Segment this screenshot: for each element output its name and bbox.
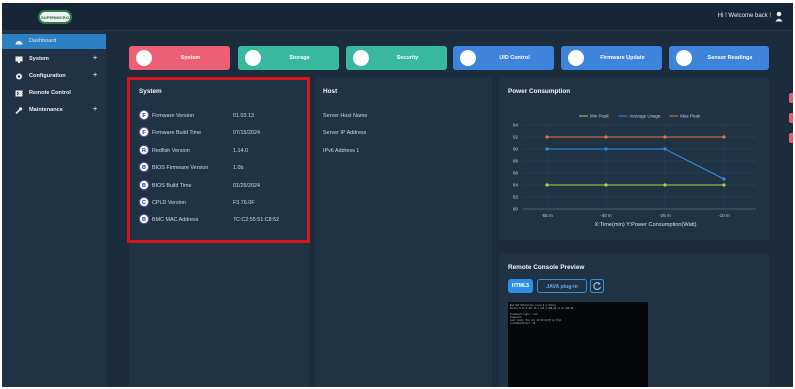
tab-security[interactable]: Security	[346, 46, 447, 70]
java-plugin-button[interactable]: JAVA plug-in	[537, 279, 587, 293]
x-tick-label: -40 m	[600, 213, 612, 218]
data-point	[604, 135, 608, 139]
tab-firmware-update[interactable]: Firmware Update	[561, 46, 662, 70]
tab-label: Security	[396, 55, 419, 61]
data-point	[604, 183, 608, 187]
x-tick-label: -10 m	[718, 213, 730, 218]
sidebar-item-dashboard[interactable]: Dashboard	[2, 34, 106, 49]
gear-icon	[16, 73, 22, 80]
expand-icon[interactable]: +	[93, 55, 97, 62]
console-line: Kernel 5.14.0-427.13.1.el9_4.x86_64 on a…	[510, 307, 574, 310]
data-point	[545, 147, 549, 151]
side-drawer-handle[interactable]	[789, 113, 793, 123]
dashboard-icon	[15, 41, 23, 45]
supermicro-logo[interactable]: SUPERMICRO	[38, 10, 72, 24]
data-point	[604, 147, 608, 151]
top-bar: SUPERMICRO Hi ! Welcome back !	[2, 3, 793, 31]
host-panel	[315, 77, 492, 387]
y-tick-label: 84	[513, 183, 519, 188]
sidebar-item-label: Maintenance	[29, 107, 63, 113]
host-row-label: IPv6 Address 1	[323, 148, 360, 154]
user-icon[interactable]	[775, 11, 783, 22]
sidebar-item-label: Configuration	[29, 73, 66, 79]
data-point	[663, 183, 667, 187]
tab-label: UID Control	[499, 55, 530, 61]
power-chart: 80 82 84 86 88 90 92 94 -55 m -40 m -25 m -10 m X:Ti…	[513, 114, 756, 228]
x-tick-label: -25 m	[659, 213, 671, 218]
tab-label: Sensor Readings	[707, 55, 753, 61]
console-line: [root@localhost ~]#	[510, 322, 536, 325]
wrench-icon	[15, 107, 23, 114]
red-highlight-box	[127, 77, 310, 243]
sidebar-item-configuration[interactable]: Configuration +	[2, 69, 106, 84]
y-tick-label: 90	[513, 147, 519, 152]
y-tick-label: 88	[513, 159, 519, 164]
remote-console-screen[interactable]: Red Hat Enterprise Linux 9.4 (Plow) Kern…	[508, 302, 648, 387]
y-tick-label: 80	[513, 207, 519, 212]
app-window: SUPERMICRO Hi ! Welcome back ! Dashboard…	[2, 3, 793, 387]
sidebar-item-maintenance[interactable]: Maintenance +	[2, 103, 106, 118]
x-axis-label: X:Time(min) Y:Power Consumption(Watt)	[594, 222, 696, 228]
data-point	[663, 147, 667, 151]
data-point	[722, 183, 726, 187]
data-point	[722, 177, 726, 181]
sidebar-item-label: System	[29, 56, 49, 62]
sidebar: Dashboard System + Configuration + Remot…	[2, 31, 106, 387]
series-line	[547, 148, 725, 180]
host-row-label: Server IP Address	[323, 130, 367, 136]
data-point	[545, 135, 549, 139]
remote-console-icon	[15, 90, 23, 97]
x-tick-label: -55 m	[541, 213, 553, 218]
y-tick-label: 92	[513, 135, 519, 140]
tab-label: Firmware Update	[600, 55, 645, 61]
y-tick-label: 86	[513, 171, 519, 176]
tab-label: System	[180, 55, 201, 61]
legend-label: Max Peak	[680, 114, 701, 119]
data-point	[722, 135, 726, 139]
legend-label: Average Usage	[629, 114, 660, 119]
expand-icon[interactable]: +	[93, 72, 97, 79]
remote-console-title: Remote Console Preview	[508, 264, 585, 271]
html5-button[interactable]: HTML5	[508, 279, 533, 293]
logo-text: SUPERMICRO	[40, 14, 70, 20]
welcome-message: Hi ! Welcome back !	[717, 13, 771, 19]
data-point	[663, 135, 667, 139]
expand-icon[interactable]: +	[93, 106, 97, 113]
host-panel-title: Host	[323, 88, 338, 95]
data-point	[545, 183, 549, 187]
host-row-label: Server Host Name	[323, 113, 368, 119]
y-tick-label: 82	[513, 195, 519, 200]
side-drawer-handle[interactable]	[789, 93, 793, 103]
sidebar-item-label: Remote Control	[29, 90, 71, 96]
y-tick-label: 94	[513, 123, 519, 128]
tab-system[interactable]: System	[129, 46, 230, 70]
sidebar-item-label: Dashboard	[29, 38, 57, 44]
tab-label: Storage	[289, 55, 310, 61]
tab-uid-control[interactable]: UID Control	[453, 46, 554, 70]
monitor-icon	[15, 56, 23, 63]
sidebar-item-system[interactable]: System +	[2, 52, 106, 67]
tab-sensor-readings[interactable]: Sensor Readings	[669, 46, 769, 70]
power-panel-title: Power Consumption	[508, 88, 571, 95]
refresh-icon[interactable]	[590, 279, 604, 293]
sidebar-item-remote-control[interactable]: Remote Control	[2, 86, 106, 101]
side-drawer-handle[interactable]	[789, 133, 793, 143]
tab-storage[interactable]: Storage	[238, 46, 339, 70]
legend-label: Min Peak	[590, 114, 610, 119]
